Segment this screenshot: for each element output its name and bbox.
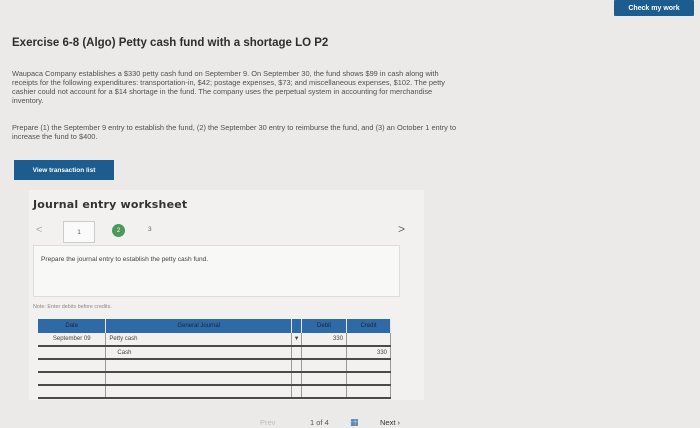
credit-cell[interactable] xyxy=(346,372,391,386)
description-line: cashier could not account for a $14 shor… xyxy=(12,87,433,96)
dropdown-cell[interactable] xyxy=(291,385,303,399)
grid-icon[interactable]: ▦ xyxy=(350,417,380,428)
note-text: Note: Enter debits before credits. xyxy=(33,304,112,310)
dropdown-cell[interactable] xyxy=(291,372,303,386)
account-cell[interactable] xyxy=(105,385,293,399)
date-cell[interactable] xyxy=(38,346,107,360)
debit-cell[interactable] xyxy=(301,346,348,360)
step-tab-2[interactable]: 2 xyxy=(112,224,125,237)
column-header-credit: Credit xyxy=(346,319,391,333)
table-row xyxy=(38,372,391,386)
dropdown-cell[interactable] xyxy=(291,359,303,373)
step-tab-1[interactable]: 1 xyxy=(63,221,95,243)
problem-description: Waupaca Company establishes a $330 petty… xyxy=(12,69,592,105)
account-cell[interactable]: Cash xyxy=(105,346,293,360)
worksheet-title: Journal entry worksheet xyxy=(33,198,188,211)
account-cell[interactable]: Petty cash xyxy=(105,333,293,347)
credit-cell[interactable]: 330 xyxy=(346,346,391,360)
debit-cell[interactable] xyxy=(301,372,348,386)
chevron-left-icon[interactable]: < xyxy=(36,224,42,236)
instructions-line: increase the fund to $400. xyxy=(12,132,98,141)
column-header-date: Date xyxy=(38,319,107,333)
description-line: Waupaca Company establishes a $330 petty… xyxy=(12,69,439,78)
worksheet-prompt: Prepare the journal entry to establish t… xyxy=(41,256,209,263)
date-cell[interactable] xyxy=(38,385,107,399)
date-cell[interactable] xyxy=(38,359,107,373)
column-header-general-journal: General Journal xyxy=(105,319,293,333)
table-row xyxy=(38,385,391,399)
credit-cell[interactable] xyxy=(346,333,391,347)
view-transaction-list-button[interactable]: View transaction list xyxy=(14,160,114,180)
step-tab-3[interactable]: 3 xyxy=(148,226,152,233)
description-line: receipts for the following expenditures:… xyxy=(12,78,445,87)
date-cell[interactable] xyxy=(38,372,107,386)
column-header-debit: Debit xyxy=(301,319,348,333)
debit-cell[interactable]: 330 xyxy=(301,333,348,347)
prev-button[interactable]: Prev xyxy=(260,418,310,427)
description-line: inventory. xyxy=(12,96,44,105)
instructions-line: Prepare (1) the September 9 entry to est… xyxy=(12,123,457,132)
table-header-row: Date General Journal Debit Credit xyxy=(38,319,391,333)
page-count: 1 of 4 xyxy=(310,418,329,427)
table-row: Cash 330 xyxy=(38,346,391,360)
column-header-spacer xyxy=(291,319,303,333)
next-button[interactable]: Next › xyxy=(380,418,400,427)
chevron-right-icon[interactable]: > xyxy=(398,222,405,236)
chevron-down-icon[interactable]: ▼ xyxy=(291,333,303,347)
prompt-box xyxy=(33,245,400,297)
table-row: September 09 Petty cash ▼ 330 xyxy=(38,333,391,347)
next-label: Next xyxy=(380,418,396,427)
pager: Prev 1 of 4 ▦ Next › xyxy=(260,417,440,428)
debit-cell[interactable] xyxy=(301,385,348,399)
date-cell[interactable]: September 09 xyxy=(38,333,107,347)
exercise-title: Exercise 6-8 (Algo) Petty cash fund with… xyxy=(12,37,329,49)
check-my-work-button[interactable]: Check my work xyxy=(614,0,694,16)
table-row xyxy=(38,359,391,373)
debit-cell[interactable] xyxy=(301,359,348,373)
dropdown-cell[interactable] xyxy=(291,346,303,360)
instructions: Prepare (1) the September 9 entry to est… xyxy=(12,123,592,141)
credit-cell[interactable] xyxy=(346,385,391,399)
journal-table: Date General Journal Debit Credit Septem… xyxy=(38,319,391,399)
credit-cell[interactable] xyxy=(346,359,391,373)
account-cell[interactable] xyxy=(105,372,293,386)
account-cell[interactable] xyxy=(105,359,293,373)
